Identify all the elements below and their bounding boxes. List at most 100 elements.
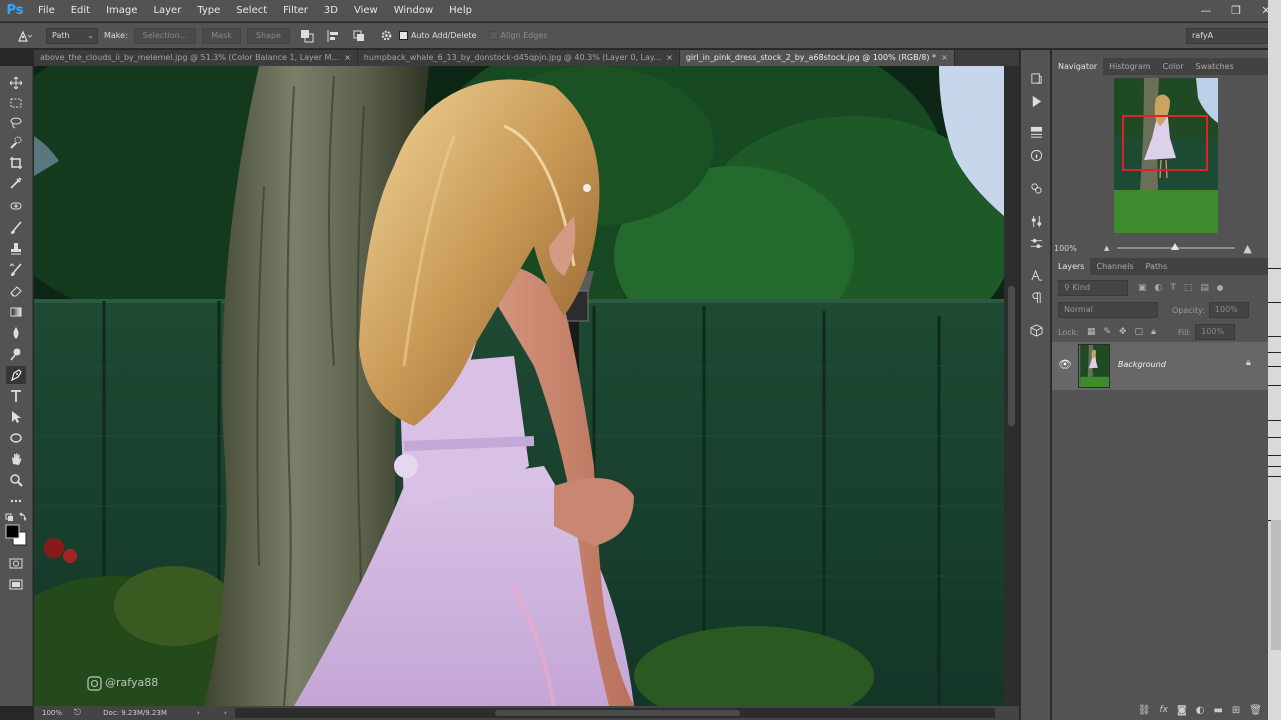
marquee-tool-icon[interactable] <box>6 94 26 112</box>
tab-humpback-whale[interactable]: humpback_whale_6_13_by_donstock-d45qpjn.… <box>357 50 680 66</box>
layer-filter-kind-dropdown[interactable]: ⚲ Kind <box>1058 280 1128 296</box>
filter-toggle[interactable] <box>1216 285 1223 291</box>
zoom-tool-icon[interactable] <box>6 471 26 489</box>
actions-play-icon[interactable] <box>1028 93 1045 110</box>
adjustments-panel-icon[interactable] <box>1028 124 1045 141</box>
auto-add-delete-checkbox[interactable] <box>398 31 408 40</box>
tab-above-the-clouds[interactable]: above_the_clouds_ii_by_melemel.jpg @ 51.… <box>34 50 358 66</box>
hand-tool-icon[interactable] <box>6 450 26 468</box>
layer-row-background[interactable]: 👁︎ Background 🔒︎ <box>1052 342 1268 390</box>
lock-artboard-icon[interactable]: ▢ <box>1135 327 1144 337</box>
menu-image[interactable]: Image <box>98 0 145 22</box>
menu-type[interactable]: Type <box>189 0 228 22</box>
filter-adjustment-icon[interactable]: ◐ <box>1155 283 1163 293</box>
menu-3d[interactable]: 3D <box>316 0 346 22</box>
tool-mode-dropdown[interactable]: Path ⌄ <box>46 27 98 44</box>
menu-view[interactable]: View <box>346 0 386 22</box>
quick-selection-tool-icon[interactable] <box>6 134 26 152</box>
menu-layer[interactable]: Layer <box>145 0 189 22</box>
make-mask-button[interactable]: Mask <box>202 27 241 44</box>
make-selection-button[interactable]: Selection... <box>133 27 197 44</box>
delete-layer-icon[interactable]: 🗑︎ <box>1249 705 1262 716</box>
history-brush-tool-icon[interactable] <box>6 261 26 279</box>
document-canvas[interactable]: @rafya88 <box>34 66 1004 706</box>
blend-mode-dropdown[interactable]: Normal <box>1058 302 1158 318</box>
move-tool-icon[interactable] <box>6 74 26 92</box>
zoom-slider[interactable] <box>1117 243 1236 250</box>
make-shape-button[interactable]: Shape <box>246 27 290 44</box>
brush-tool-icon[interactable] <box>6 219 26 237</box>
lock-position-icon[interactable]: ✥ <box>1119 327 1127 337</box>
healing-brush-tool-icon[interactable] <box>6 197 26 215</box>
zoom-slider-handle[interactable] <box>1171 243 1180 250</box>
menu-edit[interactable]: Edit <box>63 0 98 22</box>
3d-panel-icon[interactable] <box>1028 322 1045 339</box>
menu-window[interactable]: Window <box>386 0 441 22</box>
scroll-left-arrow-icon[interactable]: ‹ <box>224 709 227 717</box>
opacity-field[interactable]: 100% <box>1208 302 1249 318</box>
brush-settings-icon[interactable] <box>1028 213 1045 230</box>
filter-pixel-icon[interactable]: ▣ <box>1138 283 1147 293</box>
menu-file[interactable]: File <box>30 0 63 22</box>
zoom-in-icon[interactable]: ▲ <box>1243 242 1251 255</box>
type-tool-icon[interactable] <box>6 387 26 405</box>
navigator-thumbnail[interactable] <box>1114 78 1218 233</box>
eraser-tool-icon[interactable] <box>6 282 26 300</box>
filter-smart-object-icon[interactable]: ▤ <box>1200 283 1209 293</box>
tab-histogram[interactable]: Histogram <box>1103 58 1157 75</box>
more-tools-icon[interactable] <box>6 492 26 510</box>
tab-close-icon[interactable]: × <box>344 50 351 66</box>
vertical-scrollbar[interactable] <box>1004 66 1019 706</box>
brush-presets-icon[interactable] <box>1028 235 1045 252</box>
blur-tool-icon[interactable] <box>6 324 26 342</box>
screen-mode-icon[interactable] <box>6 575 26 593</box>
new-adjustment-layer-icon[interactable]: ◐ <box>1196 705 1205 716</box>
tab-layers[interactable]: Layers <box>1052 258 1091 275</box>
filter-shape-icon[interactable]: ⬚ <box>1184 283 1193 293</box>
gradient-tool-icon[interactable] <box>6 303 26 321</box>
tab-navigator[interactable]: Navigator <box>1052 58 1104 75</box>
horizontal-scroll-thumb[interactable] <box>495 710 740 716</box>
export-icon[interactable]: ⎋ <box>74 708 81 718</box>
layer-style-fx-icon[interactable]: fx <box>1160 705 1169 715</box>
tab-color[interactable]: Color <box>1157 58 1190 75</box>
lock-transparent-pixels-icon[interactable]: ▦ <box>1087 327 1096 337</box>
menu-filter[interactable]: Filter <box>275 0 316 22</box>
pen-tool-icon[interactable] <box>6 366 26 384</box>
tab-close-icon[interactable]: × <box>941 50 948 66</box>
add-mask-icon[interactable]: ◙ <box>1177 705 1187 716</box>
horizontal-scrollbar[interactable] <box>235 708 995 718</box>
tab-swatches[interactable]: Swatches <box>1190 58 1240 75</box>
gear-icon[interactable] <box>380 29 393 42</box>
path-arrangement-icon[interactable] <box>352 29 366 43</box>
clone-source-icon[interactable] <box>1028 180 1045 197</box>
ellipse-tool-icon[interactable] <box>6 429 26 447</box>
path-operations-icon[interactable] <box>300 29 314 43</box>
zoom-level[interactable]: 100% <box>42 709 62 717</box>
menu-help[interactable]: Help <box>441 0 480 22</box>
clone-stamp-tool-icon[interactable] <box>6 240 26 258</box>
lock-all-icon[interactable]: 🔒︎ <box>1151 327 1156 337</box>
eye-visibility-icon[interactable]: 👁︎ <box>1058 358 1072 371</box>
layer-name[interactable]: Background <box>1118 360 1166 369</box>
dodge-tool-icon[interactable] <box>6 345 26 363</box>
paragraph-panel-icon[interactable] <box>1028 289 1045 306</box>
vertical-scroll-thumb[interactable] <box>1008 286 1015 426</box>
menu-select[interactable]: Select <box>228 0 275 22</box>
tab-paths[interactable]: Paths <box>1140 258 1174 275</box>
lock-image-pixels-icon[interactable]: ✎ <box>1103 327 1111 337</box>
new-layer-icon[interactable]: ⊞ <box>1232 705 1240 716</box>
zoom-out-icon[interactable]: ▲ <box>1104 244 1109 252</box>
pen-tool-preset-icon[interactable] <box>16 29 32 43</box>
lasso-tool-icon[interactable] <box>6 114 26 132</box>
path-selection-tool-icon[interactable] <box>6 408 26 426</box>
workspace-dropdown[interactable]: rafyA <box>1186 27 1272 44</box>
filter-type-icon[interactable]: T <box>1170 283 1176 293</box>
crop-tool-icon[interactable] <box>6 154 26 172</box>
info-icon[interactable] <box>1028 147 1045 164</box>
navigator-view-box[interactable] <box>1122 115 1208 171</box>
tab-girl-in-pink-dress[interactable]: girl_in_pink_dress_stock_2_by_a68stock.j… <box>679 50 955 66</box>
status-menu-arrow-icon[interactable]: › <box>197 709 200 717</box>
character-panel-icon[interactable] <box>1028 267 1045 284</box>
restore-button[interactable]: ❐ <box>1221 0 1251 22</box>
